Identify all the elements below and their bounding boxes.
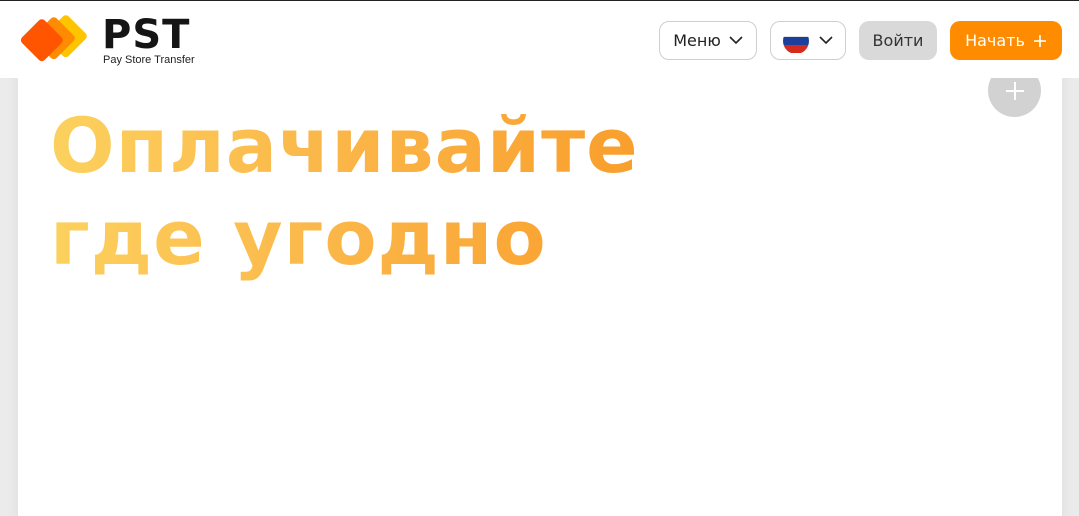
page: PST Pay Store Transfer Меню Войти Начать (0, 0, 1079, 516)
login-button[interactable]: Войти (859, 21, 937, 60)
plus-icon (1033, 34, 1046, 47)
chevron-down-icon (819, 36, 833, 45)
russia-flag-icon (783, 27, 809, 54)
site-header: PST Pay Store Transfer Меню Войти Начать (0, 0, 1079, 78)
menu-button-label: Меню (673, 31, 721, 50)
hero-title: Оплачивайте где угодно (50, 100, 639, 284)
hero-title-line-1: Оплачивайте (50, 101, 639, 190)
start-button-label: Начать (965, 31, 1025, 50)
language-selector[interactable] (770, 21, 846, 60)
brand-name: PST (102, 12, 191, 58)
start-button[interactable]: Начать (950, 21, 1062, 60)
hero-title-line-2: где угодно (50, 193, 547, 282)
chevron-down-icon (729, 36, 743, 45)
brand-logo[interactable]: PST Pay Store Transfer (17, 13, 207, 69)
menu-button[interactable]: Меню (659, 21, 757, 60)
login-button-label: Войти (872, 31, 924, 50)
brand-tagline: Pay Store Transfer (103, 54, 195, 66)
plus-icon (1005, 81, 1024, 100)
logo-cards-icon (20, 15, 87, 62)
